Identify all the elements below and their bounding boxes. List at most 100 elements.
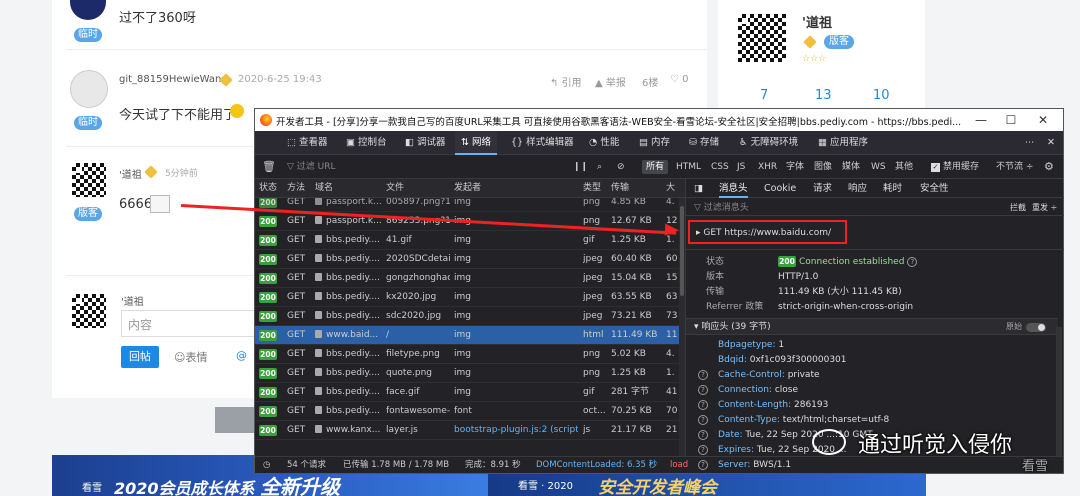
tab-storage[interactable]: ⛁ 存储 [689,131,719,155]
lock-icon [315,292,322,300]
request-row[interactable]: 200 GET bbs.pediy.... kx2020.jpg img jpeg 63.5… [255,288,685,307]
tab-headers[interactable]: 消息头 [719,179,748,198]
block-button[interactable]: 拦截 [1010,202,1026,214]
request-row[interactable]: 200 GET bbs.pediy.... 41.gif img gif 1.25 KB 1. [255,231,685,250]
domain: bbs.pediy.... [315,269,383,288]
tab-inspector[interactable]: ⬚ 查看器 [287,131,328,155]
filter-other[interactable]: 其他 [895,160,913,174]
request-row[interactable]: 200 GET www.baid... / img html 111.49 KB 11 [255,326,685,345]
col-initiator[interactable]: 发起者 [454,179,481,198]
username[interactable]: '道祖 [119,166,142,181]
resend-button[interactable]: 重发 ÷ [1032,202,1057,214]
gear-icon[interactable]: ⚙ [1044,160,1054,174]
reply-input[interactable]: 内容 [121,310,256,337]
at-button[interactable]: @ [236,349,247,362]
status-badge: 200 [259,254,277,265]
request-row[interactable]: 200 GET bbs.pediy.... fontawesome-v font oct.… [255,402,685,421]
filter-xhr[interactable]: XHR [758,160,777,174]
tab-request[interactable]: 请求 [813,179,832,198]
lock-icon [315,198,322,205]
col-domain[interactable]: 域名 [315,179,333,198]
more-icon[interactable]: ⋯ [1025,131,1035,155]
tab-style-editor[interactable]: {} 样式编辑器 [511,131,574,155]
filter-html[interactable]: HTML [676,160,701,174]
request-row[interactable]: 200 GET bbs.pediy.... face.gif img gif 281 字节 4… [255,383,685,402]
filter-all[interactable]: 所有 [642,160,669,174]
panel-toggle-icon[interactable]: ◨ [694,179,703,198]
header-filter-input[interactable]: ▽ 过滤消息头 [694,202,749,214]
stat-fans: 10 [873,88,890,103]
response-header[interactable]: Connection: close [718,384,798,396]
help-icon[interactable]: ? [698,415,708,425]
filter-js[interactable]: JS [737,160,745,174]
request-row[interactable]: 200 GET bbs.pediy.... 2020SDCdetail. img jpeg… [255,250,685,269]
tab-security[interactable]: 安全性 [920,179,949,198]
tab-response[interactable]: 响应 [848,179,867,198]
response-header[interactable]: Server: BWS/1.1 [718,459,791,471]
col-size[interactable]: 大 [666,179,675,198]
col-file[interactable]: 文件 [386,179,404,198]
quote-button[interactable]: ↰ 引用 [550,74,582,89]
submit-reply-button[interactable]: 回帖 [121,346,159,368]
request-row[interactable]: 200 GET bbs.pediy.... filetype.png img png 5.0… [255,345,685,364]
col-type[interactable]: 类型 [583,179,601,198]
tab-application[interactable]: ▦ 应用程序 [818,131,868,155]
response-header[interactable]: Content-Length: 286193 [718,399,828,411]
help-icon[interactable]: ? [698,370,708,380]
search-icon[interactable]: ⌕ [597,160,602,174]
help-icon[interactable]: ? [698,445,708,455]
col-transferred[interactable]: 传输 [611,179,629,198]
report-button[interactable]: ▲ 举报 [595,74,626,89]
filter-css[interactable]: CSS [711,160,729,174]
scroll-thumb[interactable] [680,206,684,296]
transferred: 1.25 KB [611,368,646,378]
help-icon[interactable]: ? [698,460,708,470]
response-header[interactable]: Bdqid: 0xf1c093f300000301 [718,354,847,366]
trash-icon[interactable]: 🗑 [262,160,276,174]
tab-performance[interactable]: ◔ 性能 [589,131,619,155]
request-row[interactable]: 200 GET bbs.pediy.... quote.png img png 1.25 K… [255,364,685,383]
col-method[interactable]: 方法 [287,179,305,198]
status-badge: 200 [259,349,277,360]
disable-cache-checkbox[interactable]: ✓ 禁用缓存 [931,160,979,174]
close-icon[interactable]: ✕ [1033,112,1053,128]
method: GET [287,254,306,264]
filter-fonts[interactable]: 字体 [786,160,804,174]
tab-console[interactable]: ▣ 控制台 [346,131,387,155]
response-header[interactable]: Bdpagetype: 1 [718,339,784,351]
like-button[interactable]: ♡ 0 [670,74,689,85]
filter-media[interactable]: 媒体 [842,160,860,174]
help-icon[interactable]: ? [698,400,708,410]
url-filter-input[interactable]: ▽ 过滤 URL [287,160,336,174]
filter-images[interactable]: 图像 [814,160,832,174]
request-row[interactable]: 200 GET www.kanx... layer.js bootstrap-plugi… [255,421,685,440]
minimize-icon[interactable]: — [971,112,991,128]
request-row[interactable]: 200 GET passport.k... 005897.png?15 img … [255,198,685,212]
throttle-select[interactable]: 不节流 ÷ [996,160,1033,174]
help-icon[interactable]: ? [907,257,918,267]
close-devtools-icon[interactable]: ✕ [1047,131,1055,155]
tab-debugger[interactable]: ◧ 调试器 [405,131,446,155]
tab-memory[interactable]: ▤ 内存 [639,131,670,155]
help-icon[interactable]: ? [698,385,708,395]
emoji-button[interactable]: ☺表情 [174,349,207,365]
col-status[interactable]: 状态 [259,179,277,198]
initiator[interactable]: bootstrap-plugin.js:2 (script) [454,421,578,440]
response-header[interactable]: Cache-Control: private [718,369,820,381]
tab-network[interactable]: ⇅ 网络 [455,131,498,155]
tab-timings[interactable]: 耗时 [883,179,902,198]
tab-accessibility[interactable]: ♿ 无障碍环境 [739,131,798,155]
request-row[interactable]: 200 GET bbs.pediy.... sdc2020.jpg img jpeg 73.… [255,307,685,326]
filter-ws[interactable]: WS [871,160,886,174]
help-icon[interactable]: ? [698,430,708,440]
block-icon[interactable]: ⊘ [617,160,625,174]
username[interactable]: git_88159HewieWang [119,74,228,85]
maximize-icon[interactable]: ☐ [1001,112,1021,128]
response-headers-section[interactable]: ▾ 响应头 (39 字节) 原始 [686,318,1058,335]
tab-cookies[interactable]: Cookie [764,179,796,198]
load-more-bar[interactable] [215,407,255,433]
pause-icon[interactable]: ❙❙ [573,160,588,174]
image-thumb-icon[interactable] [150,195,170,213]
raw-toggle[interactable] [1026,323,1046,332]
request-row[interactable]: 200 GET bbs.pediy.... gongzhonghao img jpeg 15… [255,269,685,288]
